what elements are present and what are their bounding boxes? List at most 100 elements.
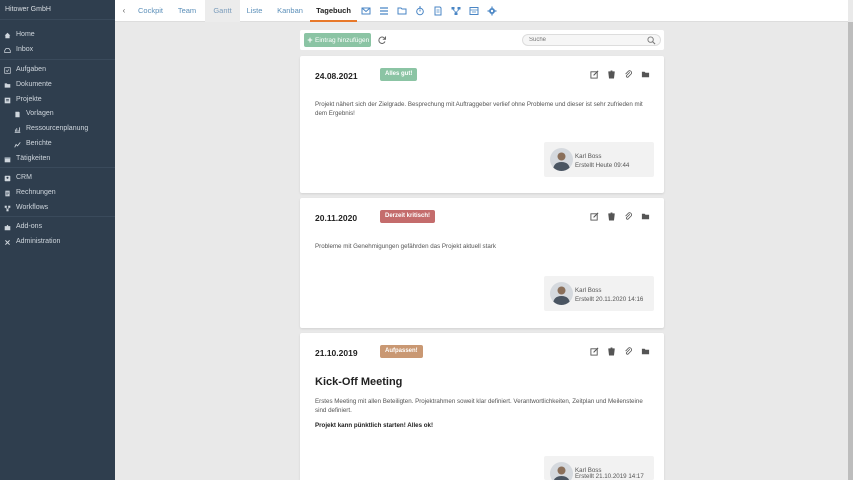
folder-icon[interactable] bbox=[641, 347, 650, 356]
entry-actions bbox=[590, 70, 650, 80]
entry-date: 24.08.2021 bbox=[315, 71, 358, 81]
trash-icon[interactable] bbox=[607, 70, 616, 79]
author-name: Karl Boss bbox=[575, 287, 602, 294]
created-timestamp: Erstellt 21.10.2019 14:17 bbox=[575, 473, 644, 480]
diary-entry: 24.08.2021 Alles gut! Projekt nähert sic… bbox=[300, 56, 664, 193]
plus-icon: + bbox=[307, 35, 313, 45]
stopwatch-icon[interactable] bbox=[415, 6, 425, 16]
tab-team[interactable]: Team bbox=[171, 0, 203, 22]
refresh-icon[interactable] bbox=[377, 35, 387, 45]
sidebar-item-label: Berichte bbox=[26, 140, 52, 147]
sidebar-item-label: Rechnungen bbox=[16, 189, 56, 196]
tab-tagebuch[interactable]: Tagebuch bbox=[310, 0, 357, 22]
invoice-icon bbox=[5, 190, 10, 196]
sidebar-item-aufgaben[interactable]: Aufgaben bbox=[0, 63, 115, 77]
document-icon[interactable] bbox=[433, 6, 443, 16]
author-name: Karl Boss bbox=[575, 153, 602, 160]
calendar-icon bbox=[4, 156, 11, 162]
trash-icon[interactable] bbox=[607, 347, 616, 356]
author-info: Karl Boss Erstellt 21.10.2019 14:17 bbox=[544, 456, 654, 480]
sidebar-item-inbox[interactable]: Inbox bbox=[0, 43, 115, 57]
tasks-icon bbox=[4, 66, 11, 74]
mail-icon[interactable] bbox=[361, 6, 371, 16]
sidebar-item-projekte[interactable]: Projekte bbox=[0, 93, 115, 107]
tab-cockpit[interactable]: Cockpit bbox=[133, 0, 168, 22]
report-icon bbox=[14, 141, 21, 147]
avatar bbox=[550, 462, 573, 480]
hierarchy-icon[interactable] bbox=[451, 6, 461, 16]
edit-icon[interactable] bbox=[590, 212, 599, 221]
sidebar-item-workflows[interactable]: Workflows bbox=[0, 201, 115, 215]
sidebar-item-administration[interactable]: Administration bbox=[0, 235, 115, 249]
status-badge: Aufpassen! bbox=[380, 345, 423, 358]
entry-actions bbox=[590, 212, 650, 222]
entry-text: Probleme mit Genehmigungen gefährden das… bbox=[315, 243, 496, 250]
folder-icon[interactable] bbox=[641, 212, 650, 221]
inbox-icon bbox=[4, 47, 11, 53]
sidebar-item-dokumente[interactable]: Dokumente bbox=[0, 78, 115, 92]
sidebar-item-home[interactable]: Home bbox=[0, 28, 115, 42]
created-timestamp: Erstellt 20.11.2020 14:16 bbox=[575, 296, 644, 303]
wrench-icon bbox=[5, 239, 10, 245]
avatar bbox=[550, 282, 573, 305]
paperclip-icon[interactable] bbox=[624, 212, 633, 221]
sidebar-item-berichte[interactable]: Berichte bbox=[0, 137, 115, 151]
diary-toolbar: + Eintrag hinzufügen bbox=[300, 30, 664, 50]
sidebar-divider bbox=[0, 216, 115, 217]
person-icon bbox=[553, 466, 570, 480]
gear-icon[interactable] bbox=[487, 6, 497, 16]
board-icon[interactable] bbox=[469, 6, 479, 16]
trash-icon[interactable] bbox=[607, 212, 616, 221]
folder-icon[interactable] bbox=[397, 6, 407, 16]
sidebar-item-vorlagen[interactable]: Vorlagen bbox=[0, 107, 115, 121]
sidebar-item-label: CRM bbox=[16, 174, 32, 181]
status-badge: Derzeit kritisch! bbox=[380, 210, 436, 223]
sidebar-divider bbox=[0, 59, 115, 60]
template-icon bbox=[15, 111, 20, 117]
collapse-sidebar-button[interactable]: ‹ bbox=[118, 0, 130, 22]
add-entry-button[interactable]: + Eintrag hinzufügen bbox=[304, 33, 371, 47]
sidebar-item-label: Aufgaben bbox=[16, 66, 46, 73]
sidebar-item-label: Projekte bbox=[16, 96, 42, 103]
status-badge: Alles gut! bbox=[380, 68, 418, 81]
tab-liste[interactable]: Liste bbox=[241, 0, 268, 22]
avatar bbox=[550, 148, 573, 171]
author-info: Karl Boss Erstellt 20.11.2020 14:16 bbox=[544, 276, 654, 311]
paperclip-icon[interactable] bbox=[624, 347, 633, 356]
sidebar-item-addons[interactable]: Add-ons bbox=[0, 220, 115, 234]
project-tab-bar: ‹ Cockpit Team Gantt Liste Kanban Tagebu… bbox=[115, 0, 848, 22]
list-icon[interactable] bbox=[379, 6, 389, 16]
company-name[interactable]: Hitower GmbH bbox=[0, 0, 115, 20]
sidebar-item-label: Add-ons bbox=[16, 223, 43, 230]
workflow-icon bbox=[4, 205, 11, 211]
sidebar-item-ressourcenplanung[interactable]: Ressourcenplanung bbox=[0, 122, 115, 136]
edit-icon[interactable] bbox=[590, 70, 599, 79]
folder-icon[interactable] bbox=[641, 70, 650, 79]
person-icon bbox=[553, 286, 570, 305]
entry-date: 21.10.2019 bbox=[315, 348, 358, 358]
sidebar-item-rechnungen[interactable]: Rechnungen bbox=[0, 186, 115, 200]
scrollbar-thumb[interactable] bbox=[848, 22, 853, 480]
edit-icon[interactable] bbox=[590, 347, 599, 356]
sidebar-item-label: Inbox bbox=[16, 46, 34, 53]
sidebar-item-label: Home bbox=[16, 31, 35, 38]
search-icon[interactable] bbox=[647, 36, 656, 45]
sidebar-item-label: Tätigkeiten bbox=[16, 155, 51, 162]
sidebar-item-crm[interactable]: CRM bbox=[0, 171, 115, 185]
search-box[interactable] bbox=[522, 34, 661, 46]
home-icon bbox=[4, 32, 11, 38]
folder-icon bbox=[4, 82, 11, 88]
page-scrollbar[interactable] bbox=[848, 22, 853, 480]
diary-entry: 21.10.2019 Aufpassen! Kick-Off Meeting E… bbox=[300, 333, 664, 480]
tab-kanban[interactable]: Kanban bbox=[273, 0, 307, 22]
sidebar-divider bbox=[0, 167, 115, 168]
search-input[interactable] bbox=[529, 35, 644, 45]
created-timestamp: Erstellt Heute 09:44 bbox=[575, 162, 630, 169]
puzzle-icon bbox=[4, 224, 11, 230]
entry-heading: Kick-Off Meeting bbox=[315, 376, 403, 388]
diary-entry: 20.11.2020 Derzeit kritisch! Probleme mi… bbox=[300, 198, 664, 328]
tab-gantt[interactable]: Gantt bbox=[205, 0, 240, 22]
person-icon bbox=[553, 152, 570, 171]
sidebar-item-taetigkeiten[interactable]: Tätigkeiten bbox=[0, 152, 115, 166]
paperclip-icon[interactable] bbox=[624, 70, 633, 79]
